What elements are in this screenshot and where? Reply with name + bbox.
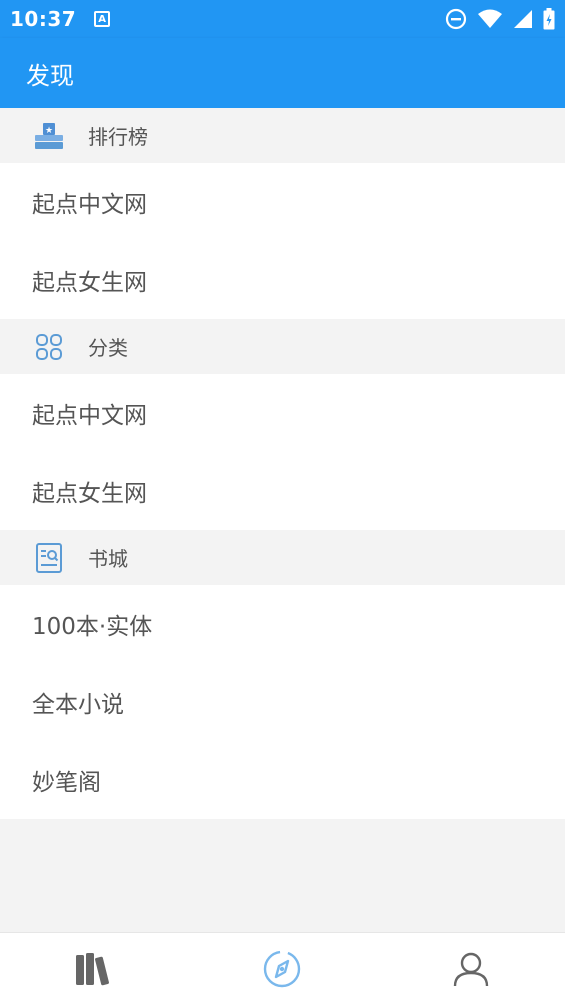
discover-icon	[264, 950, 301, 987]
list-item[interactable]: 起点中文网	[0, 374, 565, 452]
list-item[interactable]: 妙笔阁	[0, 741, 565, 819]
section-label: 书城	[88, 547, 128, 571]
profile-icon	[453, 952, 489, 986]
list-item[interactable]: 起点女生网	[0, 241, 565, 319]
nav-discover[interactable]	[188, 933, 376, 1004]
dnd-icon	[445, 8, 467, 30]
list-item[interactable]: 起点中文网	[0, 163, 565, 241]
section-label: 排行榜	[88, 125, 148, 149]
screen: 10:37 A 发现 ★ 排行榜 起点中文网 起点女生网 分类 起点中文网 起点…	[0, 0, 565, 1004]
section-header-bookstore: 书城	[0, 530, 565, 585]
status-time: 10:37	[10, 7, 77, 31]
wifi-icon	[478, 9, 502, 28]
bookstore-icon	[32, 541, 66, 575]
app-bar: 发现	[0, 38, 565, 108]
status-bar: 10:37 A	[0, 0, 565, 38]
nav-bookshelf[interactable]	[0, 933, 188, 1004]
list-item[interactable]: 100本·实体	[0, 585, 565, 663]
keyboard-indicator-icon: A	[94, 11, 111, 27]
battery-icon	[543, 8, 555, 30]
section-header-category: 分类	[0, 319, 565, 374]
discover-list: ★ 排行榜 起点中文网 起点女生网 分类 起点中文网 起点女生网 书城 100本…	[0, 108, 565, 819]
list-item[interactable]: 全本小说	[0, 663, 565, 741]
signal-icon	[514, 10, 532, 28]
section-header-ranking: ★ 排行榜	[0, 108, 565, 163]
ranking-icon: ★	[32, 119, 66, 153]
page-title: 发现	[26, 61, 74, 90]
status-icons	[445, 8, 555, 30]
category-grid-icon	[32, 330, 66, 364]
bottom-nav	[0, 932, 565, 1004]
svg-text:★: ★	[45, 126, 53, 136]
bookshelf-icon	[76, 952, 110, 985]
list-item[interactable]: 起点女生网	[0, 452, 565, 530]
section-label: 分类	[88, 336, 128, 360]
nav-profile[interactable]	[377, 933, 565, 1004]
